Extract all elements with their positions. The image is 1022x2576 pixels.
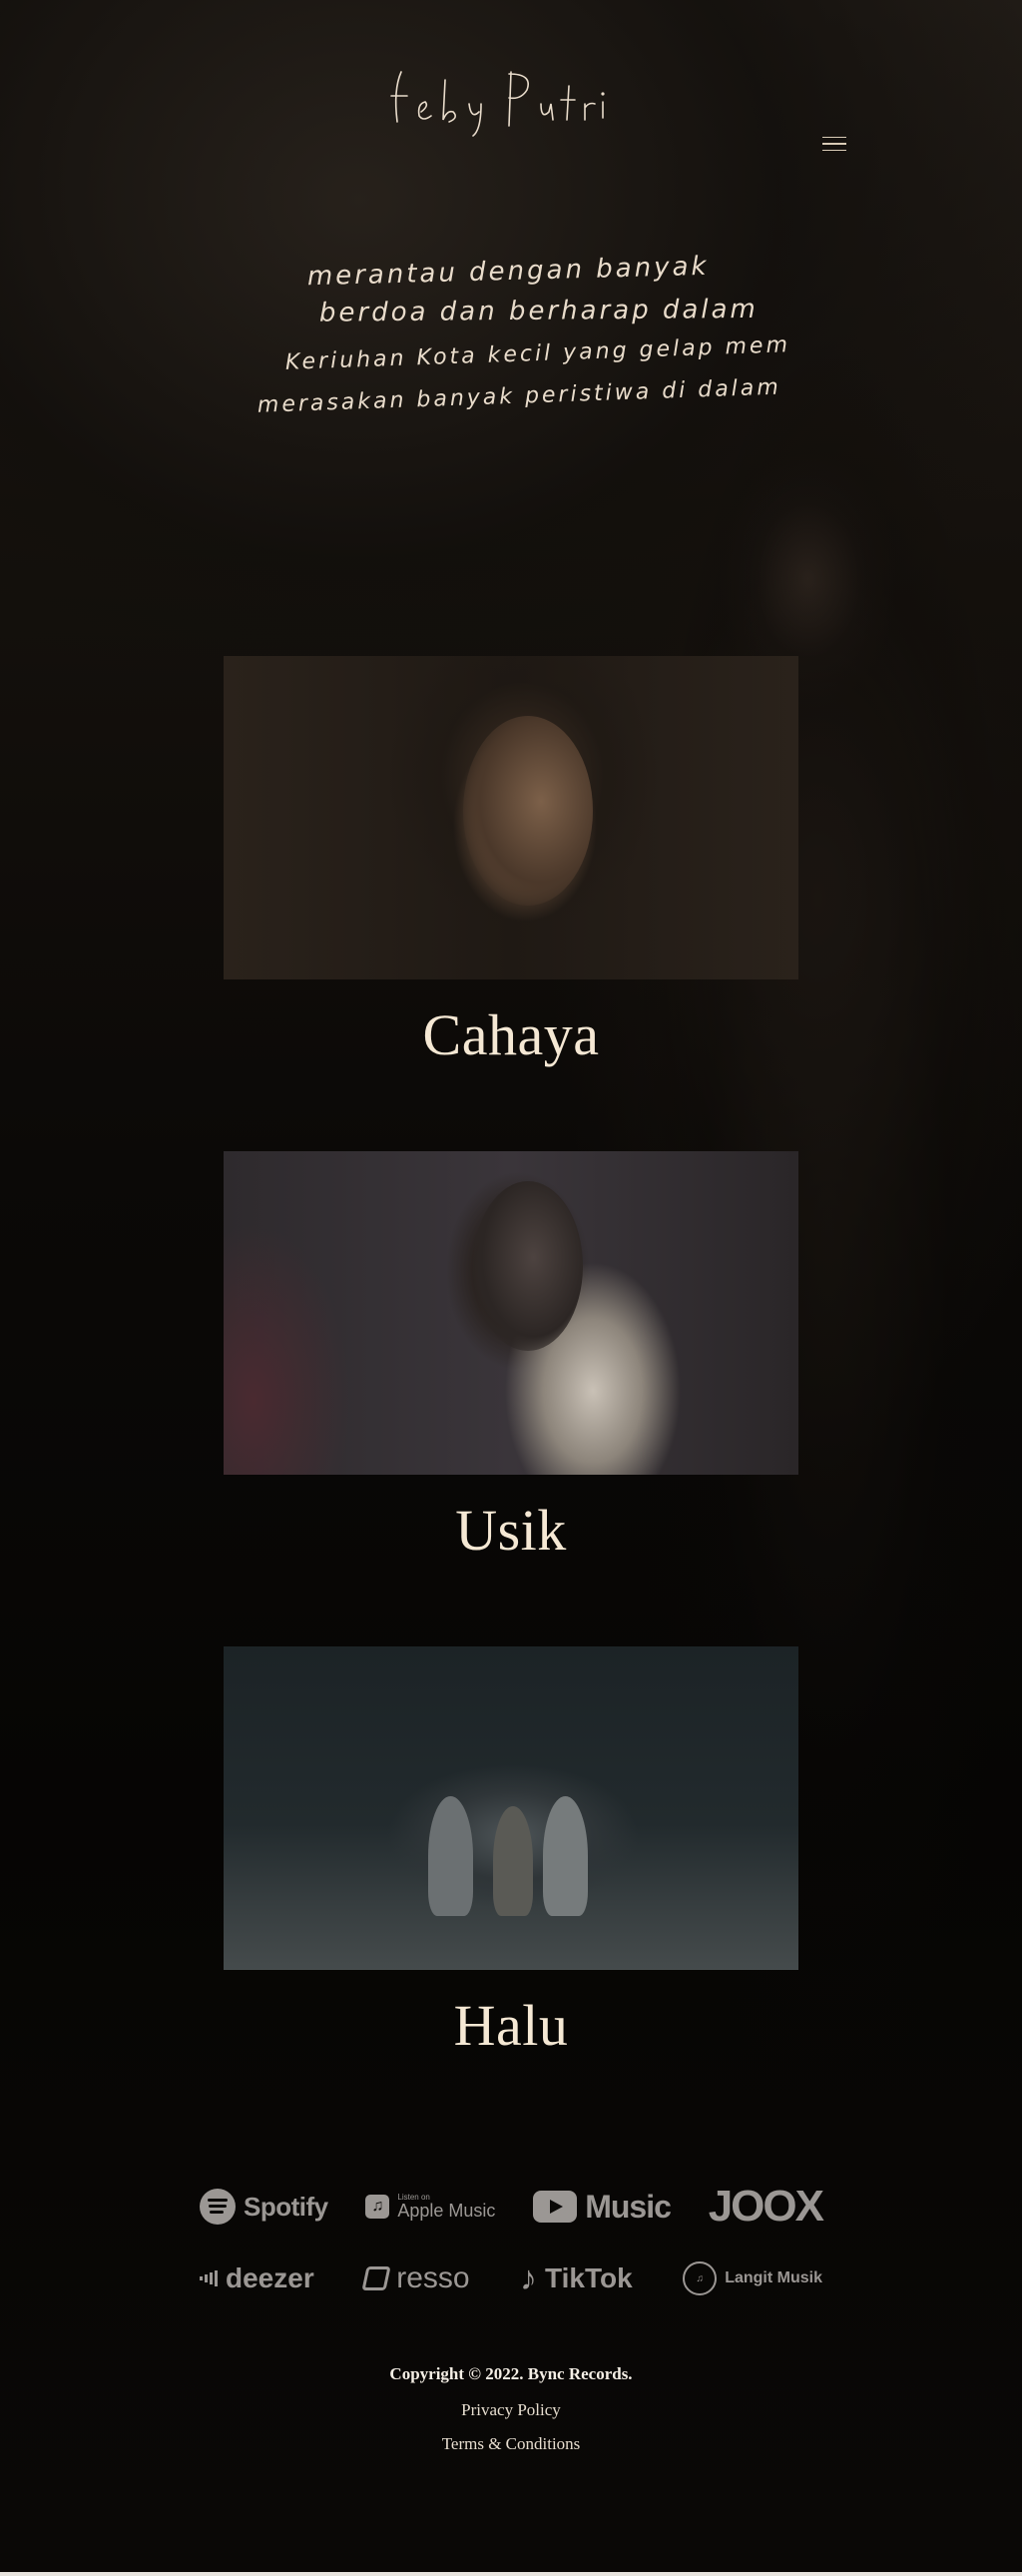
privacy-policy-link[interactable]: Privacy Policy <box>0 2400 1022 2420</box>
resso-link[interactable]: resso <box>361 2261 470 2295</box>
handwritten-poem: merantau dengan banyak berdoa dan berhar… <box>230 240 853 419</box>
hamburger-menu-icon <box>822 136 846 139</box>
apple-music-icon: ♫ <box>365 2195 390 2219</box>
site-footer: Copyright © 2022. Bync Records. Privacy … <box>0 2364 1022 2468</box>
scene-figure <box>493 1806 533 1916</box>
hamburger-menu-icon-line <box>822 149 846 152</box>
release-cahaya: Cahaya <box>224 656 798 1116</box>
streaming-platforms: Spotify ♫ Listen on Apple Music Music JO… <box>200 2177 824 2320</box>
joox-link[interactable]: JOOX <box>708 2182 824 2232</box>
langit-musik-icon: ♫ <box>683 2261 718 2295</box>
poem-line: merasakan banyak peristiwa di dalam diri <box>256 372 788 417</box>
copyright-text: Copyright © 2022. Bync Records. <box>389 2364 633 2383</box>
spotify-link[interactable]: Spotify <box>200 2189 328 2225</box>
site-header <box>0 50 1022 152</box>
resso-icon <box>361 2266 391 2290</box>
page-bottom-border <box>0 2572 1022 2576</box>
terms-conditions-link[interactable]: Terms & Conditions <box>0 2434 1022 2454</box>
poem-line: berdoa dan berharap dalam <box>319 295 759 328</box>
scene-figure <box>428 1796 473 1916</box>
page: merantau dengan banyak berdoa dan berhar… <box>0 0 1022 2576</box>
release-title: Cahaya <box>422 1002 600 1067</box>
video-thumbnail-halu[interactable] <box>224 1646 798 1970</box>
video-thumbnail-usik[interactable] <box>224 1151 798 1475</box>
langit-musik-link[interactable]: ♫ Langit Musik <box>683 2261 822 2295</box>
hamburger-menu-icon-line <box>822 143 846 145</box>
portrait-face <box>463 716 593 906</box>
tiktok-link[interactable]: ♪ TikTok <box>520 2259 633 2298</box>
figure-head <box>473 1181 583 1351</box>
site-logo[interactable] <box>349 60 609 140</box>
youtube-music-icon <box>533 2191 578 2223</box>
release-title: Halu <box>453 1993 569 2058</box>
poem-line: Keriuhan Kota kecil yang gelap memaksa <box>284 330 788 375</box>
release-halu: Halu <box>224 1646 798 2107</box>
scene-figure <box>543 1796 588 1916</box>
menu-button[interactable] <box>818 130 850 158</box>
spotify-icon <box>200 2189 236 2225</box>
poem-line: merantau dengan banyak <box>306 252 709 293</box>
joox-icon: JOOX <box>708 2182 824 2231</box>
streaming-row: deezer resso ♪ TikTok ♫ Langit Musik <box>200 2249 822 2308</box>
youtube-music-link[interactable]: Music <box>533 2189 672 2226</box>
release-usik: Usik <box>224 1151 798 1611</box>
apple-music-link[interactable]: ♫ Listen on Apple Music <box>365 2194 495 2220</box>
release-title: Usik <box>455 1498 567 1563</box>
deezer-icon <box>200 2270 218 2286</box>
tiktok-icon: ♪ <box>520 2258 538 2297</box>
video-thumbnail-cahaya[interactable] <box>224 656 798 979</box>
deezer-link[interactable]: deezer <box>200 2262 314 2294</box>
streaming-row: Spotify ♫ Listen on Apple Music Music JO… <box>200 2177 824 2237</box>
handwritten-logo <box>390 71 605 137</box>
